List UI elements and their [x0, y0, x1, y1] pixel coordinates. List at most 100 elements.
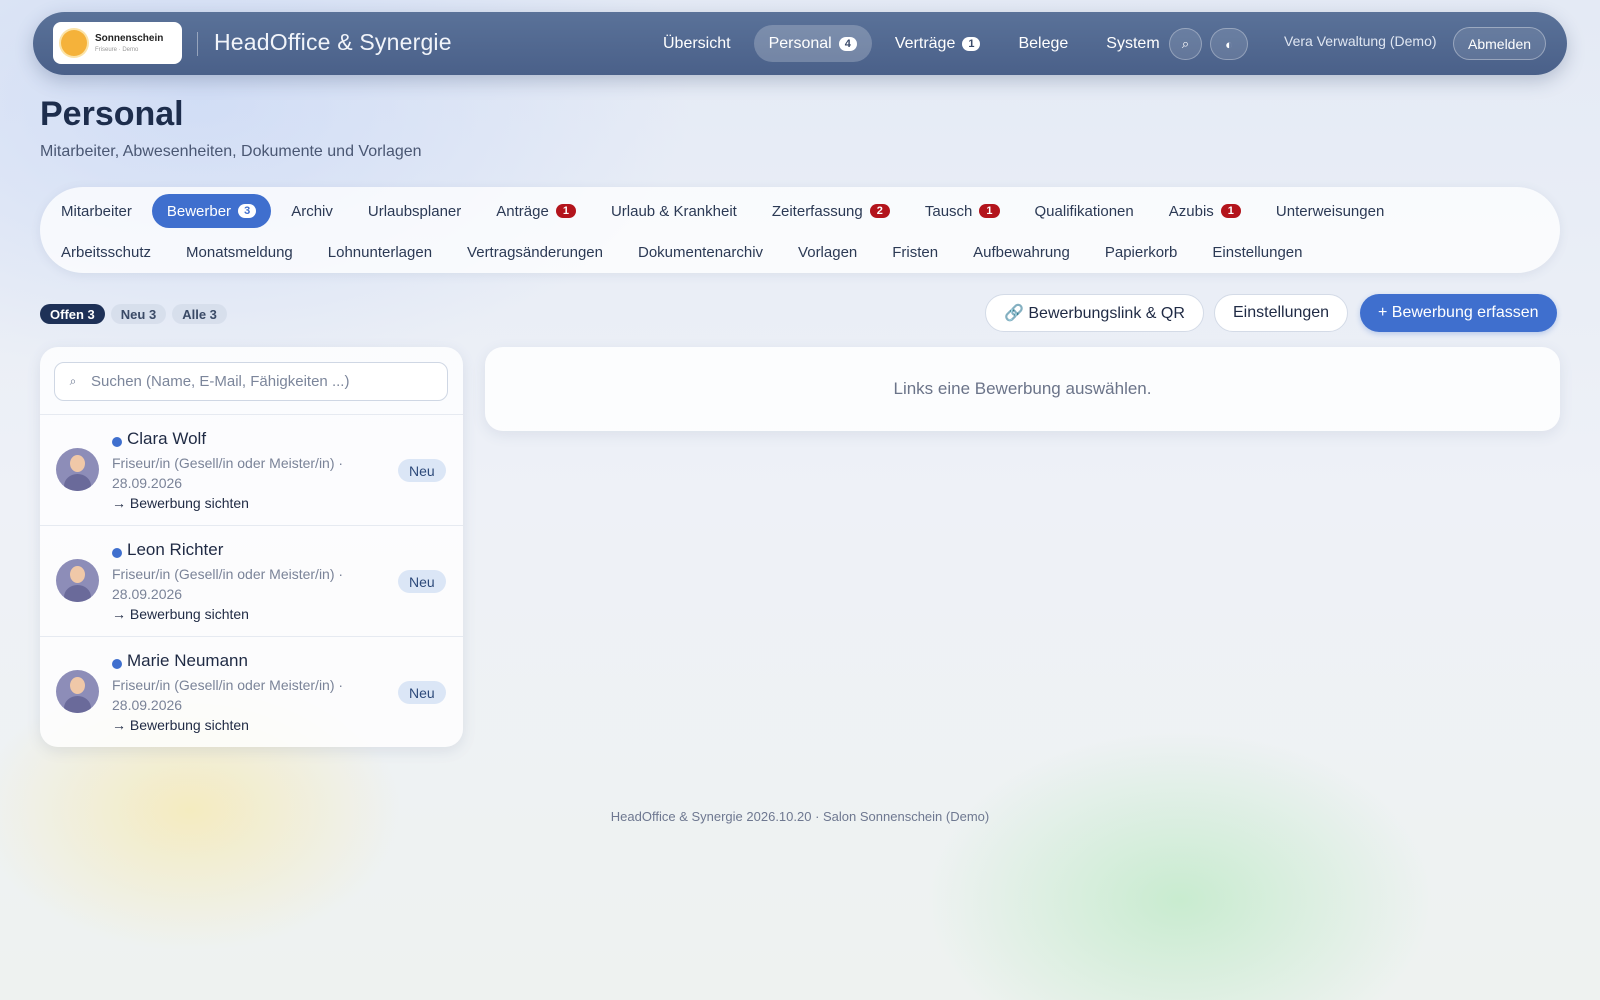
applicant-list-item[interactable]: Leon Richter Friseur/in (Gesell/in oder M… — [40, 525, 463, 636]
tab-label: Vertragsänderungen — [467, 243, 603, 261]
nav-item-label: System — [1106, 34, 1160, 52]
page-title: Personal — [40, 95, 184, 133]
applicant-meta: Friseur/in (Gesell/in oder Meister/in) ·… — [112, 677, 344, 713]
tab-label: Dokumentenarchiv — [637, 243, 764, 261]
applicant-list-item[interactable]: Clara Wolf Friseur/in (Gesell/in oder Mei… — [40, 414, 463, 525]
status-badge: Neu — [398, 570, 446, 593]
filter-pill[interactable]: Offen 3 — [40, 304, 105, 324]
nav-item-label: Personal — [768, 34, 832, 52]
tab-fristen[interactable]: Fristen — [877, 235, 953, 269]
tab-label: Archiv — [291, 202, 333, 220]
header-divider — [197, 32, 198, 56]
search-button[interactable]: ⌕ — [1169, 28, 1202, 60]
status-badge: Neu — [398, 681, 446, 704]
applicant-meta: Friseur/in (Gesell/in oder Meister/in) ·… — [112, 455, 344, 491]
tab-urlaubsplaner[interactable]: Urlaubsplaner — [353, 194, 476, 228]
unread-dot-icon — [112, 548, 122, 558]
tab-azubis[interactable]: Azubis 1 — [1154, 194, 1256, 228]
applicant-name: Clara Wolf — [127, 429, 207, 448]
tab-label: Mitarbeiter — [61, 202, 132, 220]
nav-item-system[interactable]: System — [1091, 25, 1174, 62]
review-application-link[interactable]: → Bewerbung sichten — [112, 495, 249, 511]
nav-item-label: Verträge — [894, 34, 956, 52]
tab-dokumentenarchiv[interactable]: Dokumentenarchiv — [623, 235, 778, 269]
add-application-button[interactable]: + Bewerbung erfassen — [1360, 294, 1557, 332]
tab-label: Anträge — [496, 202, 549, 220]
review-application-link[interactable]: → Bewerbung sichten — [112, 606, 249, 622]
status-filters: Offen 3 Neu 3 Alle 3 — [40, 304, 227, 324]
tab-row-2: Arbeitsschutz Monatsmeldung Lohnunterlagen… — [46, 235, 1322, 269]
nav-count-badge: 4 — [838, 36, 857, 51]
tab-label: Vorlagen — [798, 243, 858, 261]
tab-mitarbeiter[interactable]: Mitarbeiter — [46, 194, 147, 228]
tab-aufbewahrung[interactable]: Aufbewahrung — [958, 235, 1085, 269]
tab-label: Aufbewahrung — [973, 243, 1070, 261]
empty-detail-message: Links eine Bewerbung auswählen. — [893, 379, 1152, 398]
settings-button[interactable]: Einstellungen — [1214, 294, 1349, 332]
tab-label: Azubis — [1168, 202, 1214, 220]
nav-item-ubersicht[interactable]: Übersicht — [648, 25, 746, 62]
tab-vertragsanderungen[interactable]: Vertragsänderungen — [452, 235, 618, 269]
tab-antrage[interactable]: Anträge 1 — [481, 194, 591, 228]
applicant-list-item[interactable]: Marie Neumann Friseur/in (Gesell/in oder … — [40, 636, 463, 747]
tab-label: Einstellungen — [1212, 243, 1303, 261]
filter-pill[interactable]: Neu 3 — [110, 304, 167, 324]
sun-logo-icon — [61, 30, 87, 56]
avatar — [56, 559, 99, 602]
contrast-icon: ◐ — [1225, 36, 1233, 52]
tab-row-1: Mitarbeiter Bewerber 3 Archiv Urlaubsplaner A… — [46, 194, 1404, 228]
tab-label: Lohnunterlagen — [327, 243, 433, 261]
unread-dot-icon — [112, 659, 122, 669]
tab-papierkorb[interactable]: Papierkorb — [1090, 235, 1193, 269]
tab-label: Bewerber — [166, 202, 232, 220]
application-link-qr-button[interactable]: 🔗 Bewerbungslink & QR — [985, 294, 1204, 332]
applicant-search-input[interactable] — [91, 373, 431, 390]
logout-button[interactable]: Abmelden — [1453, 27, 1547, 60]
tab-label: Zeiterfassung — [771, 202, 863, 220]
tab-label: Papierkorb — [1104, 243, 1178, 261]
tab-vorlagen[interactable]: Vorlagen — [783, 235, 872, 269]
search-icon: ⌕ — [69, 374, 77, 388]
tab-label: Qualifikationen — [1034, 202, 1134, 220]
nav-item-personal[interactable]: Personal 4 — [753, 25, 872, 62]
tab-einstellungen[interactable]: Einstellungen — [1197, 235, 1317, 269]
footer: HeadOffice & Synergie 2026.10.20 · Salon… — [610, 809, 990, 824]
section-tabs: Mitarbeiter Bewerber 3 Archiv Urlaubsplaner A… — [40, 187, 1560, 273]
current-user: Vera Verwaltung (Demo) — [1284, 33, 1437, 49]
tab-archiv[interactable]: Archiv — [276, 194, 348, 228]
applicant-list-panel: ⌕ Clara Wolf Friseur/in (Gesell/in oder M… — [40, 347, 463, 747]
tab-urlaub-krankheit[interactable]: Urlaub & Krankheit — [596, 194, 752, 228]
unread-dot-icon — [112, 437, 122, 447]
app-title: HeadOffice & Synergie — [214, 29, 452, 55]
top-navigation-bar: Sonnenschein Friseure · Demo HeadOffice … — [33, 12, 1567, 75]
tab-count-badge: 3 — [238, 204, 257, 218]
page-subtitle: Mitarbeiter, Abwesenheiten, Dokumente un… — [40, 143, 422, 160]
tab-label: Arbeitsschutz — [61, 243, 152, 261]
applicant-name: Leon Richter — [127, 540, 224, 559]
review-application-link[interactable]: → Bewerbung sichten — [112, 717, 249, 733]
main-nav: Übersicht Personal 4 Verträge 1 Belege System — [648, 25, 1175, 62]
logo-name: Sonnenschein — [95, 32, 164, 44]
tab-arbeitsschutz[interactable]: Arbeitsschutz — [46, 235, 166, 269]
tab-lohnunterlagen[interactable]: Lohnunterlagen — [313, 235, 447, 269]
avatar — [56, 448, 99, 491]
logo-tagline: Friseure · Demo — [95, 46, 139, 53]
filter-pill[interactable]: Alle 3 — [172, 304, 227, 324]
tab-bewerber[interactable]: Bewerber 3 — [151, 194, 272, 228]
nav-item-vertrage[interactable]: Verträge 1 — [880, 25, 996, 62]
tab-label: Urlaub & Krankheit — [610, 202, 737, 220]
tab-monatsmeldung[interactable]: Monatsmeldung — [171, 235, 308, 269]
nav-item-label: Übersicht — [663, 34, 731, 52]
tab-unterweisungen[interactable]: Unterweisungen — [1261, 194, 1399, 228]
theme-toggle-button[interactable]: ◐ — [1210, 28, 1248, 60]
tab-tausch[interactable]: Tausch 1 — [910, 194, 1015, 228]
tab-alert-badge: 1 — [1220, 204, 1241, 218]
tab-label: Fristen — [892, 243, 939, 261]
tab-alert-badge: 1 — [555, 204, 576, 218]
tab-label: Tausch — [924, 202, 973, 220]
tab-qualifikationen[interactable]: Qualifikationen — [1020, 194, 1149, 228]
nav-item-belege[interactable]: Belege — [1003, 25, 1083, 62]
tab-zeiterfassung[interactable]: Zeiterfassung 2 — [757, 194, 905, 228]
brand-logo[interactable]: Sonnenschein Friseure · Demo — [53, 22, 182, 64]
application-detail-panel: Links eine Bewerbung auswählen. — [485, 347, 1560, 431]
